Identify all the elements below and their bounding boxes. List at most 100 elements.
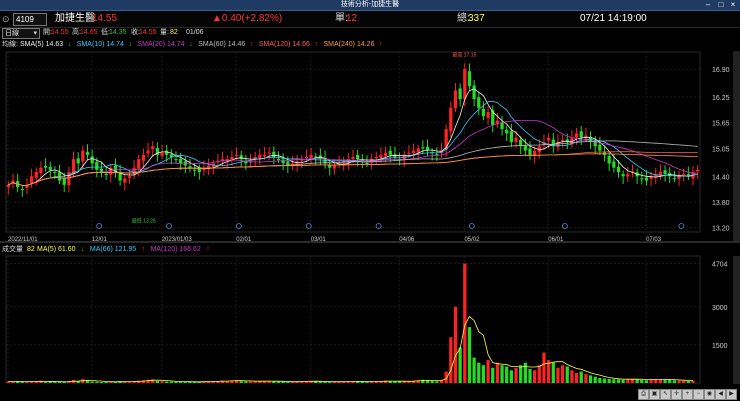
candle-body [486, 112, 490, 118]
candle-body [239, 155, 243, 160]
volume-bar [458, 347, 462, 383]
volume-current: 82 [27, 246, 35, 253]
candle-body [444, 129, 448, 150]
low-annotation: 最低 13.25 [132, 218, 156, 225]
price-tick-label: 16.90 [712, 67, 730, 74]
candle-body [672, 178, 677, 180]
volume-bar [85, 380, 90, 383]
volume-bar [155, 380, 160, 383]
candle-body [640, 178, 644, 180]
chart-area[interactable]: 16.90 16.25 15.65 15.05 14.40 13.80 13.20 4704 3… [0, 0, 740, 401]
price-tick-label: 16.25 [712, 95, 730, 102]
volume-bar [551, 362, 555, 383]
price-scrollbar[interactable] [733, 51, 740, 241]
candle-body [458, 88, 462, 100]
candle-body [374, 157, 378, 158]
volume-bar [691, 380, 695, 383]
candle-body [132, 167, 136, 175]
zoom-out-icon[interactable]: − [693, 389, 704, 400]
candle-body [234, 154, 239, 156]
next-icon[interactable]: ▶ [726, 389, 737, 400]
volume-bar [533, 370, 537, 383]
volume-bar [43, 381, 48, 383]
vol-item-0: MA(5) 61.60 [37, 246, 76, 253]
candle-body [579, 131, 583, 138]
candle-body [351, 157, 355, 159]
volume-bar [668, 379, 672, 383]
volume-bar [565, 366, 569, 383]
volume-bar [397, 381, 402, 383]
candle-body [505, 129, 509, 134]
candle-body [500, 122, 504, 130]
volume-bar [579, 371, 583, 383]
event-marker-icon [166, 223, 172, 229]
candle-body [137, 159, 141, 169]
candle-body [276, 159, 281, 161]
volume-bar [90, 381, 94, 383]
candle-body [146, 150, 150, 154]
candle-body [607, 156, 611, 164]
candle-body [160, 152, 164, 156]
date-tick-label: 05/02 [464, 237, 480, 243]
prev-icon[interactable]: ◀ [715, 389, 726, 400]
volume-bar [570, 370, 574, 383]
volume-bar [449, 337, 453, 383]
volume-bar [491, 367, 495, 383]
candle-body [514, 137, 518, 142]
cursor-icon[interactable]: ↖ [660, 389, 671, 400]
candle-body [29, 176, 34, 184]
date-tick-label: 07/03 [646, 237, 662, 243]
eye-icon[interactable]: ◉ [704, 389, 715, 400]
volume-bar [179, 381, 183, 383]
volume-bar [509, 370, 513, 383]
candle-body [682, 174, 686, 176]
volume-bar [607, 378, 611, 383]
volume-bar [393, 381, 397, 383]
candle-body [388, 150, 392, 155]
event-marker-icon [678, 223, 685, 229]
volume-tick-label: 3000 [712, 305, 728, 312]
candle-body [179, 158, 183, 164]
volume-bar [276, 381, 281, 383]
date-tick-label: 2022/11/01 [8, 237, 38, 243]
candle-body [696, 169, 700, 172]
zoom-in-icon[interactable]: + [682, 389, 693, 400]
volume-bar [481, 365, 486, 383]
volume-bar [318, 381, 323, 383]
candle-body [90, 156, 94, 164]
candle-body [477, 97, 481, 108]
volume-bar [621, 379, 625, 383]
volume-bar [25, 381, 29, 383]
volume-panel-frame [5, 255, 701, 384]
candle-body [85, 151, 90, 155]
volume-bar [598, 377, 602, 383]
candle-body [272, 151, 276, 157]
volume-bar [314, 381, 318, 383]
volume-bar [672, 380, 677, 383]
candle-body [62, 178, 66, 185]
save-icon[interactable]: ▣ [649, 389, 660, 400]
volume-scrollbar[interactable] [733, 256, 740, 384]
volume-bar [682, 380, 686, 383]
candle-body [407, 152, 411, 154]
candle-body [258, 154, 262, 159]
price-tick-label: 13.80 [712, 200, 730, 207]
volume-bar [486, 360, 490, 383]
volume-bar [644, 380, 649, 383]
crosshair-icon[interactable]: ✛ [671, 389, 682, 400]
volume-bar [616, 379, 621, 383]
volume-bar [169, 381, 173, 383]
volume-bar [584, 374, 588, 383]
candle-body [127, 176, 132, 178]
vol-arrow-0: ↓ [80, 246, 85, 253]
candle-body [262, 154, 267, 157]
volume-bar [528, 369, 532, 383]
print-icon[interactable]: ⎙ [638, 389, 649, 400]
volume-bar [272, 381, 276, 383]
candle-body [626, 174, 630, 177]
volume-bar [453, 306, 458, 383]
candle-body [356, 154, 360, 160]
volume-bar [244, 381, 248, 383]
volume-bar [686, 380, 690, 383]
candle-body [328, 165, 332, 168]
